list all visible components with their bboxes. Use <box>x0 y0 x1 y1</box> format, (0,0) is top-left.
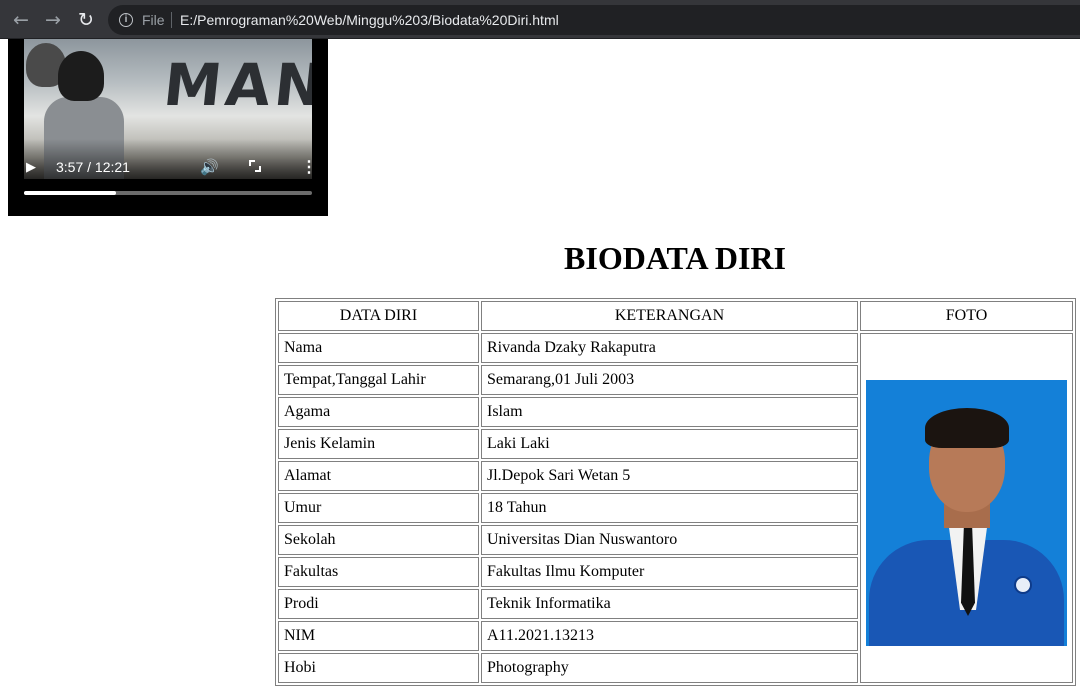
play-button[interactable]: ▶ <box>26 159 36 175</box>
biodata-table: DATA DIRI KETERANGAN FOTO Nama Rivanda D… <box>275 298 1076 686</box>
row-label: NIM <box>278 621 479 651</box>
row-value: Laki Laki <box>481 429 858 459</box>
row-label: Prodi <box>278 589 479 619</box>
photo-badge-icon <box>1014 576 1032 594</box>
forward-button[interactable]: → <box>41 8 65 32</box>
row-value: Islam <box>481 397 858 427</box>
video-progress-fill <box>24 191 117 195</box>
video-progress-bar[interactable] <box>24 191 312 195</box>
row-label: Tempat,Tanggal Lahir <box>278 365 479 395</box>
volume-icon: 🔊 <box>200 159 219 176</box>
row-label: Jenis Kelamin <box>278 429 479 459</box>
row-label: Fakultas <box>278 557 479 587</box>
header-data-diri: DATA DIRI <box>278 301 479 331</box>
row-value: Semarang,01 Juli 2003 <box>481 365 858 395</box>
table-header-row: DATA DIRI KETERANGAN FOTO <box>278 301 1073 331</box>
row-value: Teknik Informatika <box>481 589 858 619</box>
row-label: Sekolah <box>278 525 479 555</box>
table-row: Nama Rivanda Dzaky Rakaputra <box>278 333 1073 683</box>
reload-button[interactable]: ↻ <box>74 8 98 32</box>
row-value: Rivanda Dzaky Rakaputra <box>481 333 858 363</box>
row-value: Photography <box>481 653 858 683</box>
address-separator <box>171 12 172 28</box>
row-label: Nama <box>278 333 479 363</box>
url-scheme-label: File <box>142 12 165 28</box>
info-icon[interactable]: i <box>119 13 133 27</box>
row-value: 18 Tahun <box>481 493 858 523</box>
row-label: Hobi <box>278 653 479 683</box>
header-keterangan: KETERANGAN <box>481 301 858 331</box>
video-time-display: 3:57 / 12:21 <box>56 159 130 175</box>
url-text[interactable]: E:/Pemrograman%20Web/Minggu%203/Biodata%… <box>180 12 559 28</box>
video-frame-wall-text: MAN <box>160 51 312 119</box>
browser-toolbar: ← → ↻ i File E:/Pemrograman%20Web/Minggu… <box>0 0 1080 39</box>
volume-button[interactable]: 🔊 <box>200 158 219 176</box>
more-options-icon[interactable]: ⋮ <box>301 157 317 177</box>
row-value: Universitas Dian Nuswantoro <box>481 525 858 555</box>
video-player[interactable]: MAN ▶ 3:57 / 12:21 🔊 ⋮ <box>8 39 328 216</box>
header-foto: FOTO <box>860 301 1073 331</box>
fullscreen-icon[interactable] <box>249 160 261 172</box>
page-title: BIODATA DIRI <box>564 240 786 276</box>
photo-hair <box>925 408 1009 448</box>
row-value: Jl.Depok Sari Wetan 5 <box>481 461 858 491</box>
row-value: A11.2021.13213 <box>481 621 858 651</box>
row-label: Umur <box>278 493 479 523</box>
row-label: Alamat <box>278 461 479 491</box>
back-button[interactable]: ← <box>9 8 33 32</box>
video-rider-helmet <box>58 51 104 101</box>
profile-photo <box>866 380 1067 646</box>
row-value: Fakultas Ilmu Komputer <box>481 557 858 587</box>
address-bar[interactable]: i File E:/Pemrograman%20Web/Minggu%203/B… <box>108 5 1080 35</box>
row-label: Agama <box>278 397 479 427</box>
video-frame[interactable]: MAN <box>24 39 312 179</box>
photo-cell <box>860 333 1073 683</box>
arrow-left-icon: ← <box>13 9 29 31</box>
arrow-right-icon: → <box>45 9 61 31</box>
reload-icon: ↻ <box>78 9 94 31</box>
play-icon: ▶ <box>26 159 36 174</box>
